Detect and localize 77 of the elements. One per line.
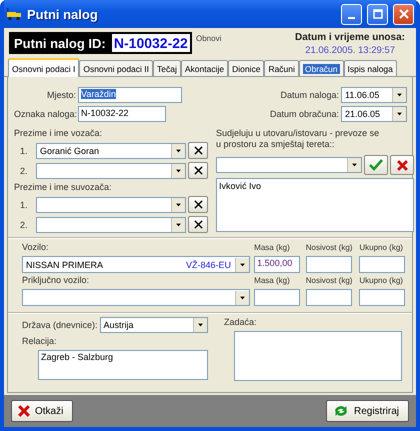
input-field[interactable]: N-10032-22 <box>78 106 166 122</box>
field-label: Datum naloga: <box>280 90 339 100</box>
input-field[interactable] <box>359 256 406 273</box>
field-label: Država (dnevnice): <box>22 320 98 330</box>
close-icon <box>396 160 408 170</box>
row-number: 1. <box>19 200 29 210</box>
field-label: Ukupno (kg) <box>359 242 404 253</box>
close-icon <box>194 166 202 175</box>
name-dropdown[interactable]: Goranić Goran <box>36 142 186 158</box>
close-icon <box>194 146 202 155</box>
checkmark-icon <box>369 159 383 171</box>
minimize-icon <box>348 17 355 19</box>
field-label: Relacija: <box>22 336 58 347</box>
remove-button[interactable] <box>390 155 414 175</box>
clear-button[interactable] <box>188 216 208 233</box>
row-number: 2. <box>19 166 29 176</box>
row-number: 2. <box>19 220 29 230</box>
section-label: Prezime i ime vozača: <box>14 128 104 139</box>
field-label: Oznaka naloga: <box>14 108 76 120</box>
cancel-button[interactable]: Otkaži <box>11 400 74 422</box>
plate-number: VŽ-846-EU <box>186 260 231 270</box>
field-label: Ukupno (kg) <box>359 275 404 286</box>
vehicle-dropdown[interactable]: NISSAN PRIMERA VŽ-846-EU <box>22 256 250 273</box>
relation-field[interactable]: Zagreb - Salzburg <box>38 350 208 380</box>
loading-participants-label: Sudjeluju u utovaru/istovaru - prevoze se u prostoru za smještaj tereta:: <box>216 128 380 150</box>
register-button[interactable]: Registriraj <box>326 400 409 422</box>
input-field[interactable] <box>254 289 300 306</box>
entry-date-value: 21.06.2005. 13:29:57 <box>305 45 395 56</box>
order-id-value: N-10032-22 <box>112 34 190 52</box>
tab[interactable]: Dionice <box>228 60 264 76</box>
input-field[interactable] <box>306 256 352 273</box>
close-icon <box>398 9 408 19</box>
tab[interactable]: Tečaj <box>153 60 181 76</box>
field-label: Nosivost (kg) <box>306 275 354 286</box>
clear-button[interactable] <box>188 162 208 179</box>
tab[interactable]: Osnovni podaci I <box>8 58 80 77</box>
input-field[interactable]: Varaždin <box>78 87 182 103</box>
input-field[interactable]: 1.500,00 <box>254 256 300 273</box>
close-icon <box>194 200 202 209</box>
maximize-button[interactable] <box>367 4 388 24</box>
tab[interactable]: Računi <box>264 60 299 76</box>
clear-button[interactable] <box>188 196 208 213</box>
refresh-icon <box>332 404 349 418</box>
field-label: Mjesto: <box>46 90 76 100</box>
participants-list[interactable]: Ivković Ivo <box>216 178 414 232</box>
clear-button[interactable] <box>188 142 208 159</box>
window-title: Putni nalog <box>27 6 99 22</box>
field-label: Masa (kg) <box>254 242 291 253</box>
field-label: Datum obračuna: <box>270 108 339 120</box>
date-dropdown[interactable]: 21.06.05 <box>341 106 407 122</box>
minimize-button[interactable] <box>341 4 362 24</box>
input-field[interactable] <box>359 289 406 306</box>
order-id-label: Putni nalog ID: <box>14 36 106 50</box>
refresh-link[interactable]: Obnovi <box>196 34 295 43</box>
tab[interactable]: Osnovni podaci II <box>79 60 154 76</box>
entry-date-label: Datum i vrijeme unosa: <box>294 32 405 43</box>
list-item[interactable]: Ivković Ivo <box>219 181 411 191</box>
close-icon <box>194 220 202 229</box>
date-dropdown[interactable]: 11.06.05 <box>341 87 407 103</box>
field-label: Nosivost (kg) <box>306 242 354 253</box>
field-label: Vozilo: <box>22 242 50 253</box>
truck-icon <box>6 7 22 21</box>
tab[interactable]: Ispis naloga <box>344 60 397 76</box>
tab[interactable]: Obračun <box>298 60 344 76</box>
row-number: 1. <box>19 146 29 156</box>
confirm-button[interactable] <box>364 155 388 175</box>
country-dropdown[interactable]: Austrija <box>100 317 208 333</box>
close-icon <box>18 405 30 417</box>
field-label: Masa (kg) <box>254 275 291 286</box>
maximize-icon <box>372 9 382 19</box>
close-button[interactable] <box>393 4 414 24</box>
field-label: Zadaća: <box>224 317 258 328</box>
input-field[interactable] <box>306 289 352 306</box>
tab[interactable]: Akontacije <box>180 60 228 76</box>
task-field[interactable] <box>234 331 402 381</box>
section-label: Prezime i ime suvozača: <box>14 182 113 193</box>
field-label: Priključno vozilo: <box>22 275 90 286</box>
